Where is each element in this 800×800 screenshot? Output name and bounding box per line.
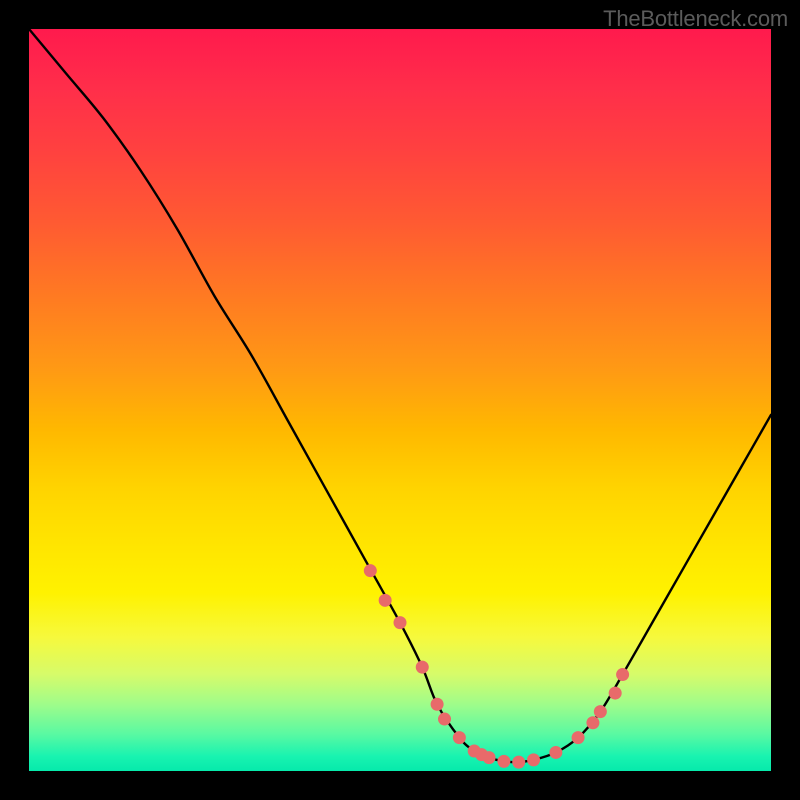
marker-dot (394, 616, 407, 629)
marker-dot (572, 731, 585, 744)
bottleneck-curve-path (29, 29, 771, 762)
chart-frame: TheBottleneck.com (0, 0, 800, 800)
chart-svg (29, 29, 771, 771)
marker-dot (497, 755, 510, 768)
marker-dot (379, 594, 392, 607)
marker-dot (527, 753, 540, 766)
marker-dot (364, 564, 377, 577)
marker-dot (616, 668, 629, 681)
marker-dot (431, 698, 444, 711)
marker-group (364, 564, 629, 768)
marker-dot (609, 687, 622, 700)
marker-dot (586, 716, 599, 729)
marker-dot (453, 731, 466, 744)
plot-area (29, 29, 771, 771)
marker-dot (594, 705, 607, 718)
marker-dot (438, 713, 451, 726)
marker-dot (549, 746, 562, 759)
marker-dot (512, 756, 525, 769)
marker-dot (416, 661, 429, 674)
marker-dot (483, 751, 496, 764)
